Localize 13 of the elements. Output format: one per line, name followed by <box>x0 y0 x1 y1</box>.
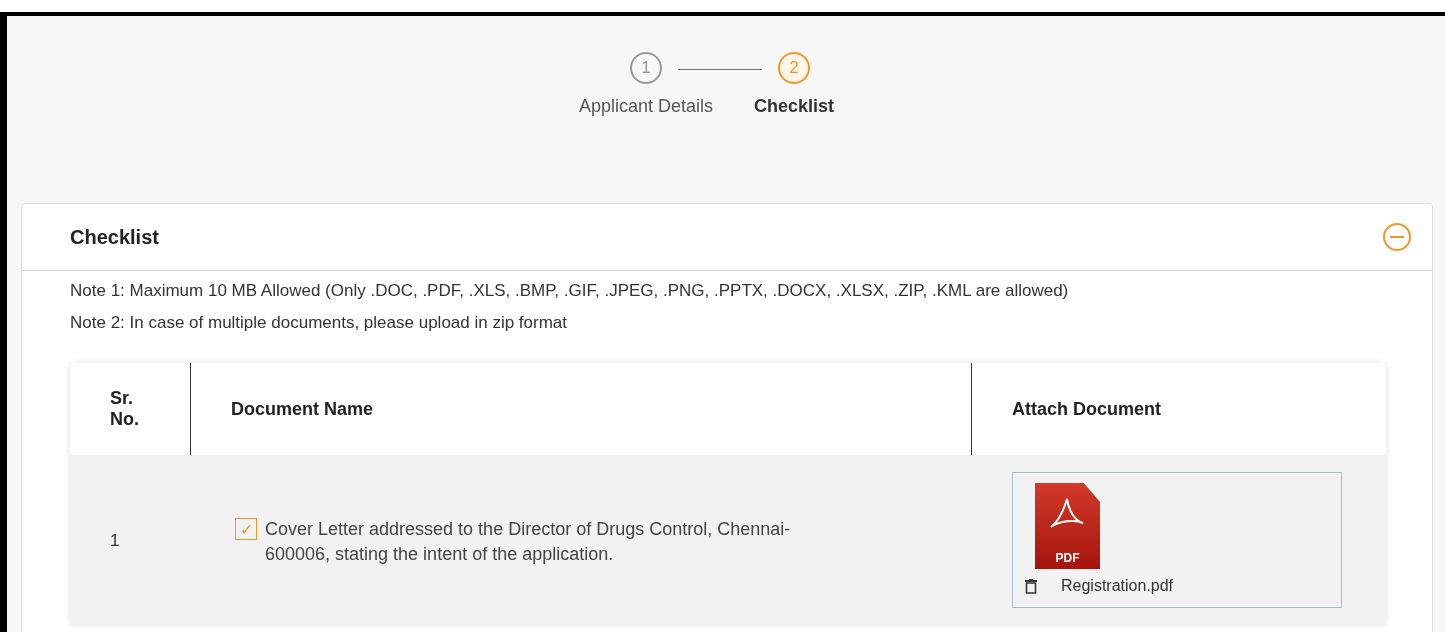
step-label[interactable]: Applicant Details <box>578 96 714 117</box>
column-header: Document Name <box>231 398 374 420</box>
column-header: Attach Document <box>1012 398 1161 420</box>
file-name[interactable]: Registration.pdf <box>1061 577 1174 595</box>
pdf-file-icon[interactable]: PDF <box>1035 483 1100 569</box>
panel-title: Checklist <box>70 225 159 249</box>
serial-number: 1 <box>110 531 120 551</box>
trash-icon[interactable] <box>1025 578 1037 594</box>
note-text: Note 2: In case of multiple documents, please upload in zip format <box>70 313 569 333</box>
step-label[interactable]: Checklist <box>753 96 834 117</box>
note-text: Note 1: Maximum 10 MB Allowed (Only .DOC, .PDF, .XLS, .BMP, .GIF, .JPEG, .PNG, .PPTX, .DOCX, .XLSX, .ZIP, .KML are allowed) <box>70 281 1070 301</box>
document-name: Cover Letter addressed to the Director of Drugs Control, Chennai-600006, stating the intent of the application. <box>265 518 792 566</box>
column-header: Sr. No. <box>110 388 139 430</box>
